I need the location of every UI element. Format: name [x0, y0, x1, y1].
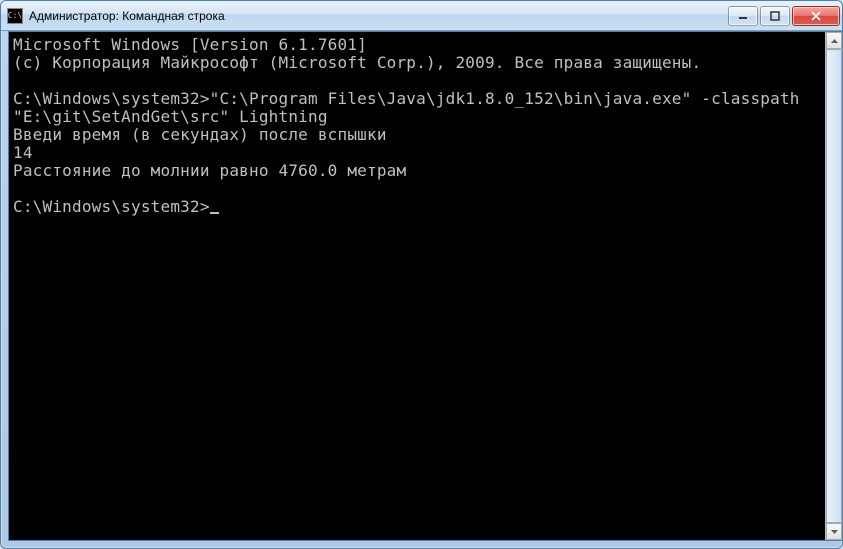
- minimize-button[interactable]: [728, 6, 758, 26]
- command-prompt-window: C:\ Администратор: Командная строка Micr…: [0, 0, 843, 549]
- client-area: Microsoft Windows [Version 6.1.7601] (c)…: [8, 31, 842, 541]
- output-line: 14: [13, 143, 33, 162]
- vertical-scrollbar[interactable]: [825, 32, 842, 540]
- window-title: Администратор: Командная строка: [29, 9, 726, 23]
- cursor-icon: [210, 212, 219, 214]
- output-line: (c) Корпорация Майкрософт (Microsoft Cor…: [13, 53, 701, 72]
- scrollbar-track[interactable]: [826, 49, 842, 523]
- scrollbar-thumb[interactable]: [826, 49, 842, 523]
- prompt: C:\Windows\system32>: [13, 197, 210, 216]
- window-controls: [726, 6, 840, 26]
- output-line: Microsoft Windows [Version 6.1.7601]: [13, 35, 367, 54]
- cmd-icon: C:\: [7, 8, 23, 24]
- maximize-button[interactable]: [760, 6, 790, 26]
- output-line: Расстояние до молнии равно 4760.0 метрам: [13, 161, 406, 180]
- scroll-down-button[interactable]: [826, 523, 842, 540]
- scroll-up-button[interactable]: [826, 32, 842, 49]
- output-line: Введи время (в секундах) после вспышки: [13, 125, 387, 144]
- output-line: C:\Windows\system32>"C:\Program Files\Ja…: [13, 89, 809, 126]
- terminal-output[interactable]: Microsoft Windows [Version 6.1.7601] (c)…: [9, 32, 825, 540]
- close-button[interactable]: [792, 6, 840, 26]
- titlebar[interactable]: C:\ Администратор: Командная строка: [1, 1, 842, 31]
